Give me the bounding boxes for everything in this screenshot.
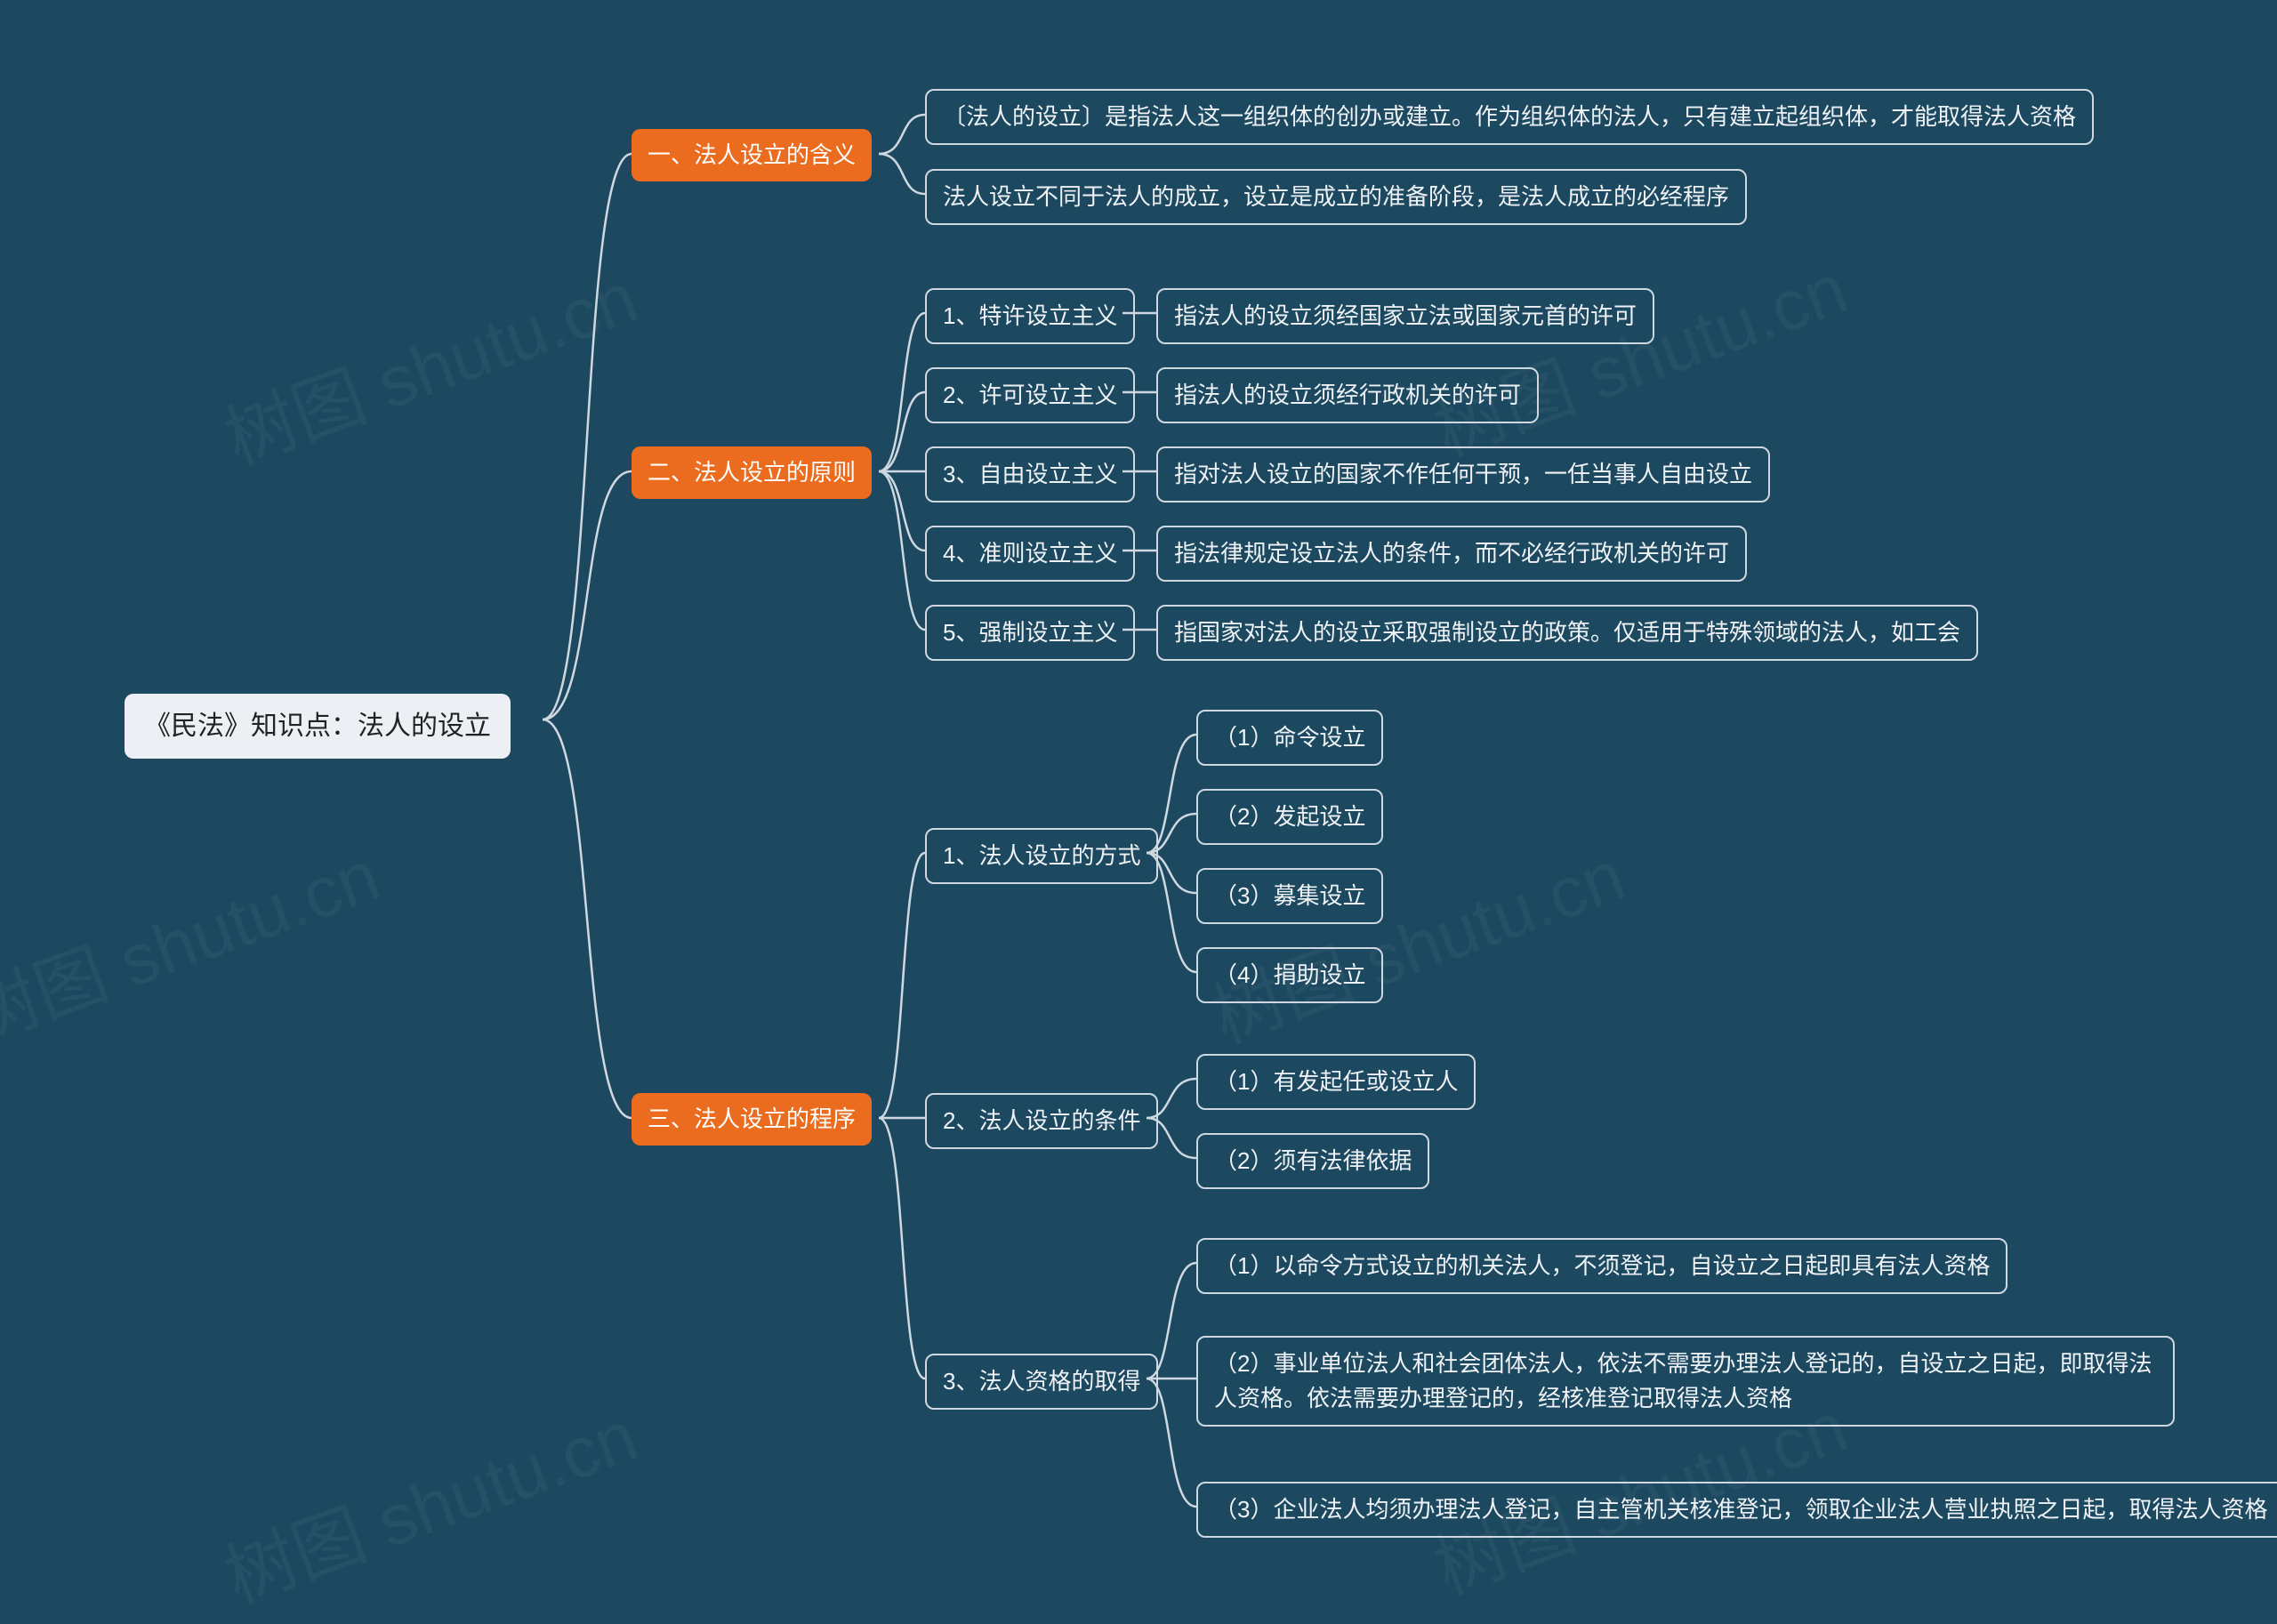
branch-3-child-3-item-1-text: （1）以命令方式设立的机关法人，不须登记，自设立之日起即具有法人资格 [1214,1249,1990,1283]
branch-2-child-4-label: 4、准则设立主义 [943,536,1117,571]
branch-3-child-2-label: 2、法人设立的条件 [943,1104,1140,1138]
branch-3-child-1-item-1-text: （1）命令设立 [1214,720,1365,755]
branch-2-child-2-desc[interactable]: 指法人的设立须经行政机关的许可 [1156,367,1539,423]
branch-2-child-2-label: 2、许可设立主义 [943,378,1117,413]
root-label: 《民法》知识点：法人的设立 [144,706,491,746]
branch-2-child-4-desc[interactable]: 指法律规定设立法人的条件，而不必经行政机关的许可 [1156,526,1747,582]
branch-2[interactable]: 二、法人设立的原则 [632,446,872,499]
branch-3-child-3-item-3[interactable]: （3）企业法人均须办理法人登记，自主管机关核准登记，领取企业法人营业执照之日起，… [1196,1482,2277,1538]
branch-3-child-3[interactable]: 3、法人资格的取得 [925,1354,1158,1410]
branch-2-child-5-label: 5、强制设立主义 [943,615,1117,650]
branch-3-child-1-item-3-text: （3）募集设立 [1214,879,1365,913]
branch-3-child-1[interactable]: 1、法人设立的方式 [925,828,1158,884]
branch-3-child-3-item-3-text: （3）企业法人均须办理法人登记，自主管机关核准登记，领取企业法人营业执照之日起，… [1214,1492,2267,1527]
branch-1-label: 一、法人设立的含义 [648,138,856,173]
branch-2-child-3-desc-text: 指对法人设立的国家不作任何干预，一任当事人自由设立 [1174,457,1752,492]
branch-3-child-1-item-2[interactable]: （2）发起设立 [1196,789,1383,845]
branch-3-child-3-item-1[interactable]: （1）以命令方式设立的机关法人，不须登记，自设立之日起即具有法人资格 [1196,1238,2007,1294]
watermark: 树图 shutu.cn [0,819,391,1064]
watermark: 树图 shutu.cn [209,1379,649,1624]
branch-3-child-2-item-2-text: （2）须有法律依据 [1214,1144,1412,1178]
branch-3-child-2-item-1[interactable]: （1）有发起任或设立人 [1196,1054,1476,1110]
branch-3-child-3-item-2[interactable]: （2）事业单位法人和社会团体法人，依法不需要办理法人登记的，自设立之日起，即取得… [1196,1336,2175,1427]
branch-3-child-3-label: 3、法人资格的取得 [943,1364,1140,1399]
branch-2-child-5[interactable]: 5、强制设立主义 [925,605,1135,661]
branch-3-child-2-item-2[interactable]: （2）须有法律依据 [1196,1133,1429,1189]
branch-2-child-4-desc-text: 指法律规定设立法人的条件，而不必经行政机关的许可 [1174,536,1729,571]
branch-3-child-3-item-2-text: （2）事业单位法人和社会团体法人，依法不需要办理法人登记的，自设立之日起，即取得… [1214,1347,2157,1416]
branch-2-child-2[interactable]: 2、许可设立主义 [925,367,1135,423]
branch-2-child-1-desc-text: 指法人的设立须经国家立法或国家元首的许可 [1174,299,1637,334]
branch-2-child-3[interactable]: 3、自由设立主义 [925,446,1135,502]
branch-3-child-2-item-1-text: （1）有发起任或设立人 [1214,1065,1458,1099]
branch-2-child-5-desc-text: 指国家对法人的设立采取强制设立的政策。仅适用于特殊领域的法人，如工会 [1174,615,1960,650]
branch-3-child-1-label: 1、法人设立的方式 [943,839,1140,873]
watermark: 树图 shutu.cn [1419,232,1859,477]
branch-2-child-3-label: 3、自由设立主义 [943,457,1117,492]
branch-1-child-1-text: 〔法人的设立〕是指法人这一组织体的创办或建立。作为组织体的法人，只有建立起组织体… [943,100,2076,134]
branch-1-child-2[interactable]: 法人设立不同于法人的成立，设立是成立的准备阶段，是法人成立的必经程序 [925,169,1747,225]
root-node[interactable]: 《民法》知识点：法人的设立 [125,694,511,759]
branch-3-child-1-item-3[interactable]: （3）募集设立 [1196,868,1383,924]
branch-3-child-1-item-2-text: （2）发起设立 [1214,800,1365,834]
branch-3-child-1-item-4-text: （4）捐助设立 [1214,958,1365,993]
branch-2-child-2-desc-text: 指法人的设立须经行政机关的许可 [1174,378,1521,413]
branch-1-child-1[interactable]: 〔法人的设立〕是指法人这一组织体的创办或建立。作为组织体的法人，只有建立起组织体… [925,89,2094,145]
branch-3-child-2[interactable]: 2、法人设立的条件 [925,1093,1158,1149]
branch-2-child-1-label: 1、特许设立主义 [943,299,1117,334]
branch-3-child-1-item-1[interactable]: （1）命令设立 [1196,710,1383,766]
watermark: 树图 shutu.cn [209,241,649,486]
branch-2-child-1[interactable]: 1、特许设立主义 [925,288,1135,344]
branch-3[interactable]: 三、法人设立的程序 [632,1093,872,1146]
watermark: 树图 shutu.cn [1196,819,1637,1064]
branch-2-child-4[interactable]: 4、准则设立主义 [925,526,1135,582]
branch-2-child-1-desc[interactable]: 指法人的设立须经国家立法或国家元首的许可 [1156,288,1654,344]
branch-2-label: 二、法人设立的原则 [648,455,856,490]
branch-2-child-5-desc[interactable]: 指国家对法人的设立采取强制设立的政策。仅适用于特殊领域的法人，如工会 [1156,605,1978,661]
branch-2-child-3-desc[interactable]: 指对法人设立的国家不作任何干预，一任当事人自由设立 [1156,446,1770,502]
branch-1-child-2-text: 法人设立不同于法人的成立，设立是成立的准备阶段，是法人成立的必经程序 [943,180,1729,214]
branch-3-label: 三、法人设立的程序 [648,1102,856,1137]
branch-1[interactable]: 一、法人设立的含义 [632,129,872,181]
branch-3-child-1-item-4[interactable]: （4）捐助设立 [1196,947,1383,1003]
